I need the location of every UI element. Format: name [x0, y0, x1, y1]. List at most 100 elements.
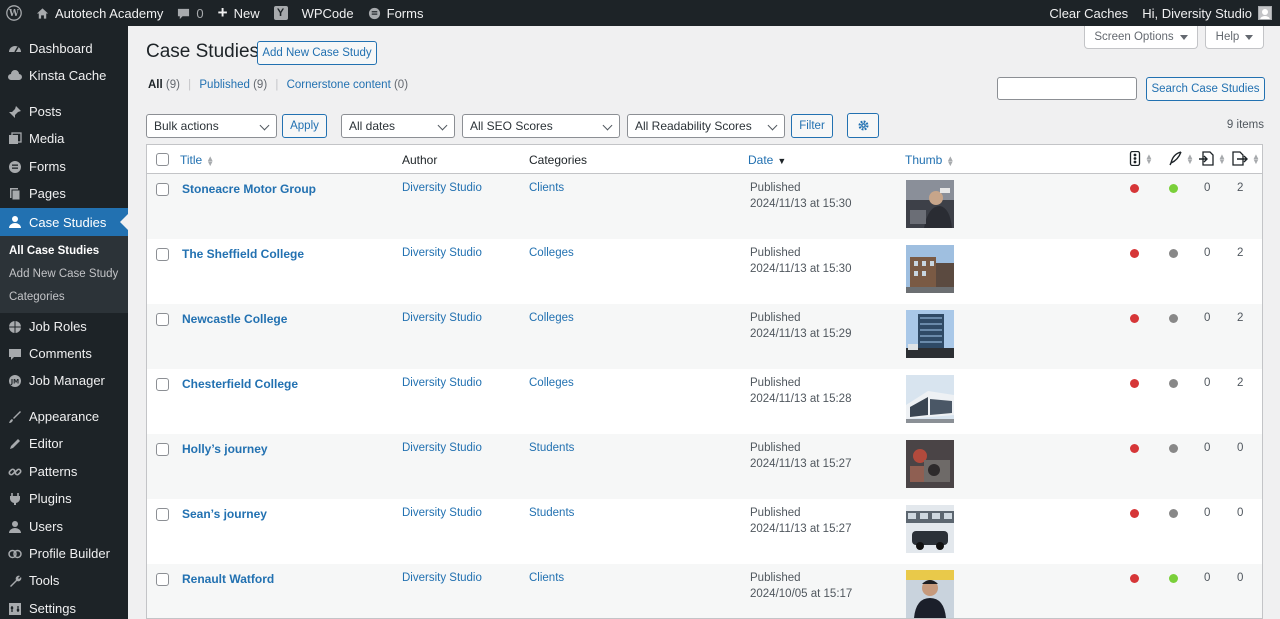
sidebar-item-job-roles[interactable]: Job Roles	[0, 313, 128, 340]
row-status: Published	[750, 182, 801, 194]
row-title-link[interactable]: Stoneacre Motor Group	[182, 182, 316, 196]
row-author-link[interactable]: Diversity Studio	[402, 442, 482, 454]
yoast-link[interactable]: Y	[267, 0, 295, 26]
row-category-link[interactable]: Students	[529, 507, 574, 519]
view-cornerstone-link[interactable]: Cornerstone content	[287, 79, 391, 91]
row-thumbnail-image[interactable]	[906, 440, 954, 488]
comments-link[interactable]: 0	[170, 0, 210, 26]
row-checkbox[interactable]	[156, 183, 169, 196]
view-all-link[interactable]: All	[148, 79, 163, 91]
outgoing-links-column-header[interactable]: ▲ ▼	[1232, 151, 1260, 166]
row-author-link[interactable]: Diversity Studio	[402, 247, 482, 259]
clear-caches-link[interactable]: Clear Caches	[1042, 0, 1135, 26]
view-cornerstone-count: (0)	[393, 79, 409, 91]
row-author-link[interactable]: Diversity Studio	[402, 377, 482, 389]
new-label: New	[233, 5, 260, 21]
row-title-link[interactable]: Chesterfield College	[182, 377, 298, 391]
column-title-header[interactable]: Title ▲ ▼	[180, 153, 214, 167]
row-category-link[interactable]: Clients	[529, 182, 564, 194]
row-author-link[interactable]: Diversity Studio	[402, 312, 482, 324]
incoming-links-column-header[interactable]: ▲ ▼	[1198, 151, 1226, 166]
row-thumbnail-image[interactable]	[906, 570, 954, 618]
new-content-link[interactable]: + New	[211, 0, 267, 26]
row-date: Published 2024/11/13 at 15:27	[750, 440, 851, 472]
row-author-link[interactable]: Diversity Studio	[402, 507, 482, 519]
row-thumbnail-image[interactable]	[906, 180, 954, 228]
sidebar-item-case-studies[interactable]: Case Studies	[0, 208, 128, 236]
table-row: Stoneacre Motor Group Diversity Studio C…	[147, 174, 1262, 239]
sidebar-item-posts[interactable]: Posts	[0, 98, 128, 125]
filter-button[interactable]: Filter	[791, 114, 833, 138]
submenu-all-case-studies[interactable]: All Case Studies	[9, 245, 99, 257]
row-title-link[interactable]: Sean’s journey	[182, 507, 267, 521]
sidebar-item-plugins[interactable]: Plugins	[0, 485, 128, 512]
submenu-add-new-case-study[interactable]: Add New Case Study	[9, 268, 118, 280]
jm-icon: JM	[8, 374, 22, 388]
sidebar-item-job-manager[interactable]: JM Job Manager	[0, 367, 128, 394]
bulk-actions-select[interactable]: Bulk actions	[146, 114, 277, 138]
sidebar-item-kinsta-cache[interactable]: Kinsta Cache	[0, 62, 128, 89]
row-checkbox[interactable]	[156, 248, 169, 261]
sidebar-item-comments[interactable]: Comments	[0, 340, 128, 367]
row-checkbox[interactable]	[156, 443, 169, 456]
sidebar-label: Case Studies	[29, 214, 107, 230]
view-all-count: (9)	[165, 79, 180, 91]
site-name-link[interactable]: Autotech Academy	[29, 0, 170, 26]
sidebar-item-dashboard[interactable]: Dashboard	[0, 35, 128, 62]
row-title-link[interactable]: Newcastle College	[182, 312, 287, 326]
seo-score-bad-icon	[1130, 249, 1139, 258]
column-thumb-header[interactable]: Thumb ▲ ▼	[905, 153, 954, 167]
settings-gear-button[interactable]	[847, 113, 879, 138]
readability-score-select[interactable]: All Readability Scores	[627, 114, 785, 138]
row-thumbnail-image[interactable]	[906, 375, 954, 423]
row-category-link[interactable]: Students	[529, 442, 574, 454]
wordpress-logo-icon[interactable]: W	[0, 0, 29, 26]
my-account-link[interactable]: Hi, Diversity Studio	[1135, 0, 1280, 26]
row-author-link[interactable]: Diversity Studio	[402, 572, 482, 584]
row-checkbox[interactable]	[156, 573, 169, 586]
sort-icon: ▲ ▼	[1252, 151, 1260, 166]
sidebar-item-patterns[interactable]: Patterns	[0, 458, 128, 485]
column-date-header[interactable]: Date ▼	[748, 153, 786, 167]
sidebar-label: Users	[29, 519, 63, 534]
screen-options-button[interactable]: Screen Options	[1084, 26, 1198, 49]
select-all-checkbox[interactable]	[156, 153, 169, 166]
row-category-link[interactable]: Clients	[529, 572, 564, 584]
forms-link[interactable]: Forms	[361, 0, 431, 26]
row-title-link[interactable]: Holly’s journey	[182, 442, 268, 456]
view-published-link[interactable]: Published	[199, 79, 250, 91]
seo-score-column-header[interactable]: ▲ ▼	[1129, 151, 1153, 166]
sidebar-item-settings[interactable]: Settings	[0, 595, 128, 619]
row-title-link[interactable]: Renault Watford	[182, 572, 274, 586]
row-title-link[interactable]: The Sheffield College	[182, 247, 304, 261]
sidebar-item-appearance[interactable]: Appearance	[0, 403, 128, 430]
row-checkbox[interactable]	[156, 378, 169, 391]
apply-button[interactable]: Apply	[282, 114, 327, 138]
sidebar-item-tools[interactable]: Tools	[0, 567, 128, 594]
search-case-studies-button[interactable]: Search Case Studies	[1146, 77, 1265, 101]
row-author-link[interactable]: Diversity Studio	[402, 182, 482, 194]
row-category-link[interactable]: Colleges	[529, 312, 574, 324]
sidebar-item-pages[interactable]: Pages	[0, 180, 128, 207]
row-category-link[interactable]: Colleges	[529, 377, 574, 389]
submenu-categories[interactable]: Categories	[9, 291, 65, 303]
row-category-link[interactable]: Colleges	[529, 247, 574, 259]
row-checkbox[interactable]	[156, 313, 169, 326]
search-input[interactable]	[997, 77, 1137, 100]
sidebar-item-users[interactable]: Users	[0, 513, 128, 540]
row-checkbox[interactable]	[156, 508, 169, 521]
sidebar-item-forms[interactable]: Forms	[0, 153, 128, 180]
readability-column-header[interactable]: ▲ ▼	[1168, 151, 1194, 166]
date-filter-select[interactable]: All dates	[341, 114, 455, 138]
sidebar-item-media[interactable]: Media	[0, 125, 128, 152]
seo-score-select[interactable]: All SEO Scores	[462, 114, 620, 138]
readability-score-icon	[1169, 509, 1178, 518]
wpcode-link[interactable]: WPCode	[295, 0, 361, 26]
help-button[interactable]: Help	[1205, 26, 1264, 49]
row-thumbnail-image[interactable]	[906, 245, 954, 293]
sidebar-item-editor[interactable]: Editor	[0, 430, 128, 457]
add-new-case-study-button[interactable]: Add New Case Study	[257, 41, 377, 65]
row-thumbnail-image[interactable]	[906, 310, 954, 358]
row-thumbnail-image[interactable]	[906, 505, 954, 553]
sidebar-item-profile-builder[interactable]: Profile Builder	[0, 540, 128, 567]
